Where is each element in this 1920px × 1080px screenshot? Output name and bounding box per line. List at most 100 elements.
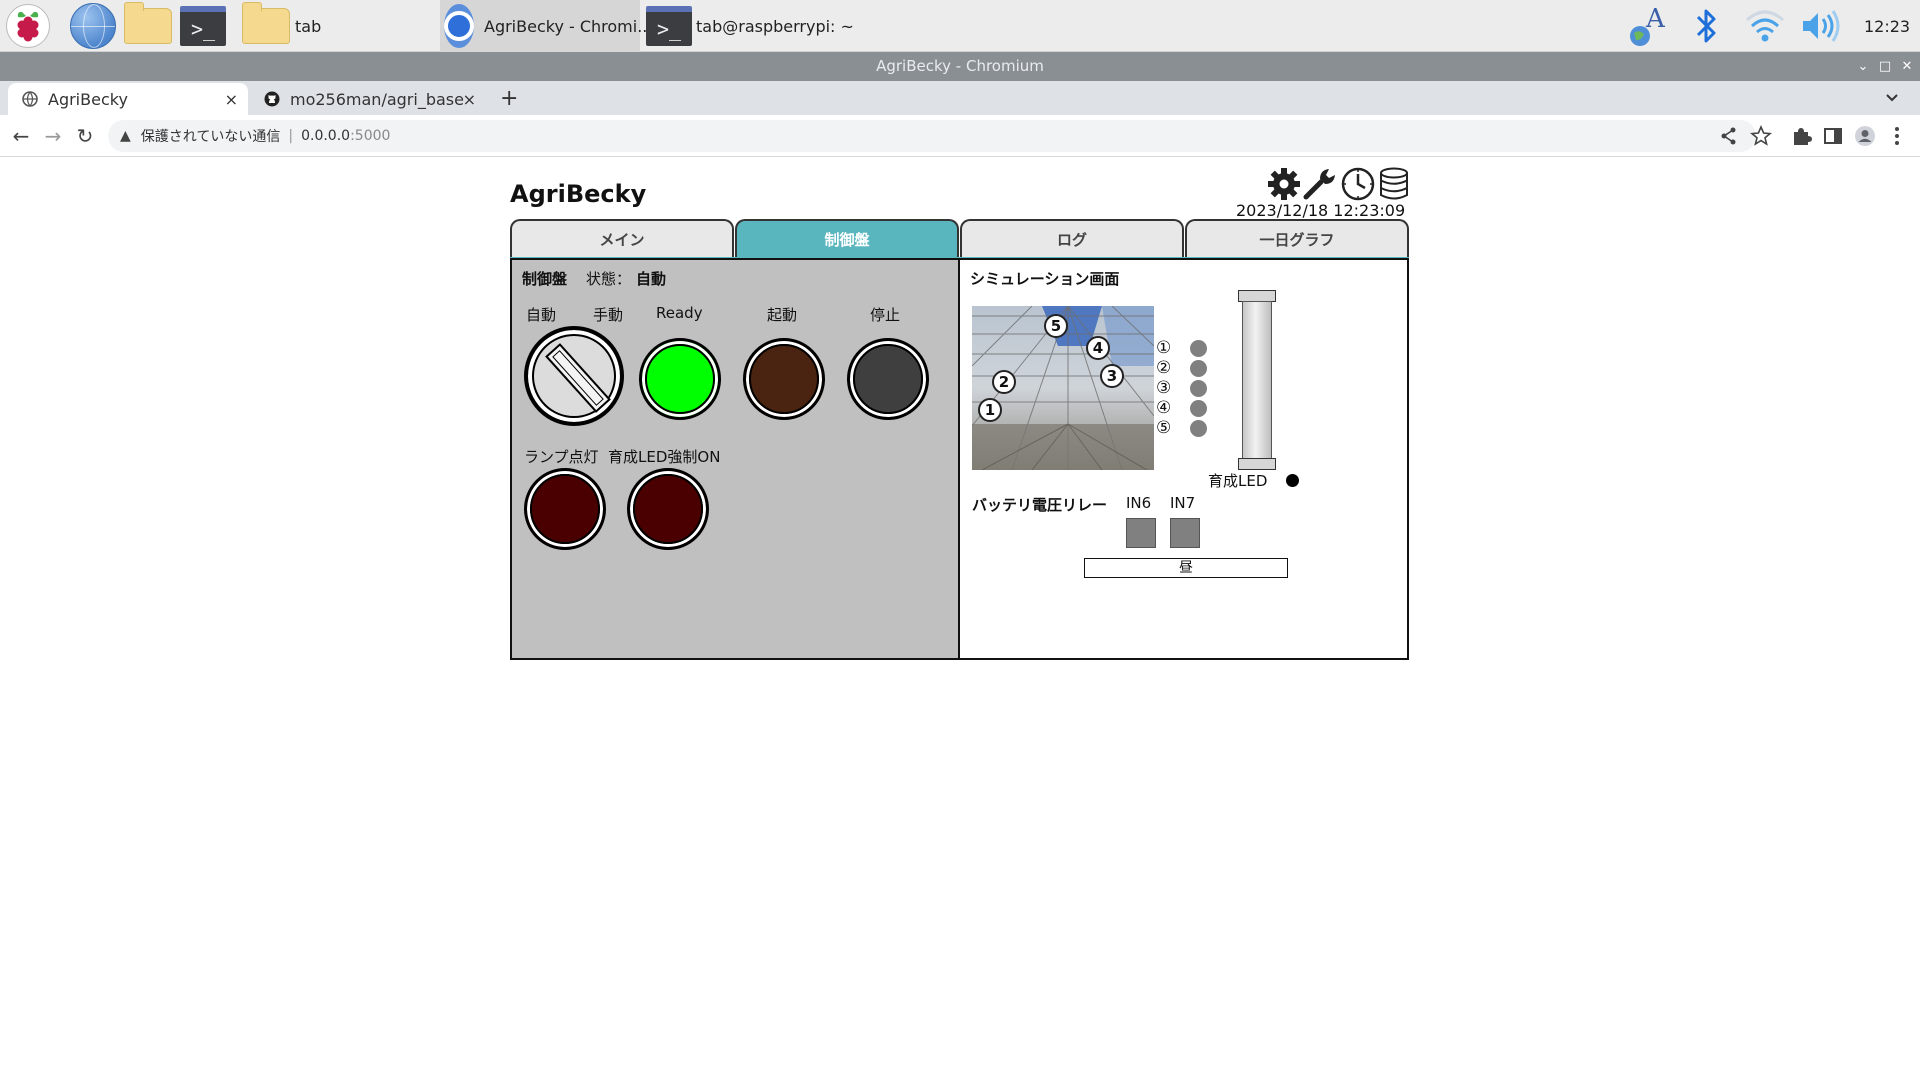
address-bar[interactable]: ▲ 保護されていない通信 | 0.0.0.0:5000 bbox=[108, 120, 1756, 152]
not-secure-warning-icon[interactable]: ▲ bbox=[120, 128, 131, 144]
wrench-icon[interactable] bbox=[1302, 166, 1338, 202]
bookmark-star-icon[interactable] bbox=[1748, 123, 1774, 149]
selector-manual-label: 手動 bbox=[593, 306, 624, 324]
tab-search-chevron-icon[interactable] bbox=[1884, 91, 1900, 105]
grow-led-status-dot bbox=[1286, 474, 1299, 487]
folder-icon bbox=[124, 2, 172, 44]
file-manager-launcher[interactable] bbox=[124, 0, 172, 52]
photo-marker-2: 2 bbox=[992, 370, 1016, 394]
reload-button[interactable]: ↻ bbox=[72, 123, 98, 149]
indicator-label: ③ bbox=[1156, 378, 1172, 398]
extensions-puzzle-icon[interactable] bbox=[1788, 123, 1814, 149]
taskbar-window-tab-folder[interactable]: tab bbox=[242, 0, 432, 52]
taskbar-window-label: AgriBecky - Chromi... bbox=[484, 16, 653, 36]
button-start[interactable] bbox=[743, 338, 825, 420]
taskbar-window-terminal[interactable]: >_ tab@raspberrypi: ~ bbox=[646, 0, 886, 52]
button-stop[interactable] bbox=[847, 338, 929, 420]
browser-tab-label: AgriBecky bbox=[48, 89, 128, 109]
terminal-prompt-glyph: >_ bbox=[656, 17, 682, 41]
browser-tab-github[interactable]: mo256man/agri_base × bbox=[250, 83, 486, 115]
keyboard-layout-tray[interactable]: A bbox=[1626, 0, 1672, 52]
raspberry-menu-button[interactable] bbox=[6, 0, 50, 52]
bluetooth-tray[interactable] bbox=[1694, 0, 1720, 52]
browser-tab-agribecky[interactable]: AgriBecky × bbox=[8, 83, 248, 115]
web-browser-launcher[interactable] bbox=[70, 0, 116, 52]
tab-log[interactable]: ログ bbox=[960, 219, 1184, 259]
profile-avatar-icon[interactable] bbox=[1852, 123, 1878, 149]
indicator-row: ④ bbox=[1156, 398, 1207, 418]
taskbar-window-chromium[interactable]: AgriBecky - Chromi... bbox=[440, 0, 652, 52]
close-window-button[interactable]: ✕ bbox=[1896, 52, 1918, 81]
photo-marker-3: 3 bbox=[1100, 364, 1124, 388]
wifi-icon bbox=[1746, 10, 1784, 42]
relay-in7-label: IN7 bbox=[1170, 494, 1196, 512]
share-icon[interactable] bbox=[1716, 123, 1742, 149]
folder-icon bbox=[242, 2, 290, 44]
relay-in7-indicator bbox=[1170, 518, 1200, 548]
selector-auto-label: 自動 bbox=[526, 306, 557, 324]
indicator-dot-2 bbox=[1190, 359, 1207, 377]
indicator-label: ⑤ bbox=[1156, 418, 1172, 438]
wifi-tray[interactable] bbox=[1742, 0, 1788, 52]
desktop-taskbar: >_ tab AgriBecky - Chromi... >_ tab@rasp… bbox=[0, 0, 1920, 52]
tube-body bbox=[1242, 301, 1272, 459]
gear-icon[interactable] bbox=[1266, 166, 1302, 202]
window-title: AgriBecky - Chromium bbox=[876, 57, 1044, 75]
tab-main[interactable]: メイン bbox=[510, 219, 734, 259]
state-label: 状態： bbox=[586, 270, 632, 288]
back-button[interactable]: ← bbox=[8, 123, 34, 149]
button-lamp-on[interactable] bbox=[524, 468, 606, 550]
tab-control-panel[interactable]: 制御盤 bbox=[735, 219, 959, 259]
photo-marker-5: 5 bbox=[1044, 314, 1068, 338]
lamp-ready-label: Ready bbox=[656, 304, 703, 322]
minimize-button[interactable]: ⌄ bbox=[1852, 52, 1874, 81]
indicator-label: ① bbox=[1156, 338, 1172, 358]
security-status-text: 保護されていない通信 bbox=[140, 129, 281, 145]
grow-led-label: 育成LED bbox=[1208, 472, 1268, 490]
close-tab-icon[interactable]: × bbox=[225, 90, 238, 109]
more-menu-icon[interactable] bbox=[1884, 123, 1910, 149]
new-tab-button[interactable]: + bbox=[500, 86, 518, 111]
button-led-force-on[interactable] bbox=[627, 468, 709, 550]
url-port: :5000 bbox=[350, 128, 391, 144]
relay-in6-label: IN6 bbox=[1126, 494, 1152, 512]
side-panel-icon[interactable] bbox=[1820, 123, 1846, 149]
clock-icon[interactable] bbox=[1340, 166, 1376, 202]
tab-daily-graph[interactable]: 一日グラフ bbox=[1185, 219, 1409, 259]
tray-clock[interactable]: 12:23 bbox=[1864, 0, 1910, 52]
grow-led-tube bbox=[1238, 290, 1276, 470]
indicator-dot-4 bbox=[1190, 399, 1207, 417]
forward-button[interactable]: → bbox=[40, 123, 66, 149]
terminal-icon: >_ bbox=[180, 6, 226, 46]
led-force-on-label: 育成LED強制ON bbox=[608, 448, 721, 466]
battery-relay-label: バッテリ電圧リレー bbox=[972, 496, 1108, 514]
selector-knob bbox=[545, 343, 611, 413]
page-tabs: メイン 制御盤 ログ 一日グラフ bbox=[510, 219, 1409, 261]
maximize-button[interactable]: □ bbox=[1874, 52, 1896, 81]
lamp-start-label: 起動 bbox=[767, 306, 798, 324]
volume-tray[interactable] bbox=[1800, 0, 1842, 52]
photo-marker-1: 1 bbox=[978, 398, 1002, 422]
window-titlebar[interactable]: AgriBecky - Chromium ⌄ □ ✕ bbox=[0, 52, 1920, 81]
app-title: AgriBecky bbox=[510, 180, 647, 208]
chromium-icon bbox=[444, 4, 474, 48]
auto-manual-selector-switch[interactable] bbox=[524, 326, 624, 426]
lamp-ready[interactable] bbox=[639, 338, 721, 420]
lamp-on-label: ランプ点灯 bbox=[524, 448, 599, 466]
indicator-row: ② bbox=[1156, 358, 1207, 378]
indicator-dot-5 bbox=[1190, 419, 1207, 437]
terminal-prompt-glyph: >_ bbox=[190, 17, 216, 41]
lamp-stop-label: 停止 bbox=[870, 306, 901, 324]
clock-text: 12:23 bbox=[1864, 16, 1911, 36]
browser-toolbar: ← → ↻ ▲ 保護されていない通信 | 0.0.0.0:5000 bbox=[0, 115, 1920, 157]
database-icon[interactable] bbox=[1376, 166, 1412, 202]
indicator-dot-1 bbox=[1190, 339, 1207, 357]
terminal-launcher[interactable]: >_ bbox=[180, 0, 226, 52]
speaker-icon bbox=[1803, 10, 1840, 42]
bluetooth-icon bbox=[1696, 9, 1716, 43]
control-panel: 制御盤 状態： 自動 自動 手動 Ready 起動 停止 ランプ点灯 育成LED… bbox=[510, 258, 960, 660]
close-tab-icon[interactable]: × bbox=[463, 90, 476, 109]
tube-cap-bottom bbox=[1238, 458, 1276, 470]
taskbar-window-label: tab bbox=[295, 16, 322, 36]
terminal-icon: >_ bbox=[646, 6, 692, 46]
